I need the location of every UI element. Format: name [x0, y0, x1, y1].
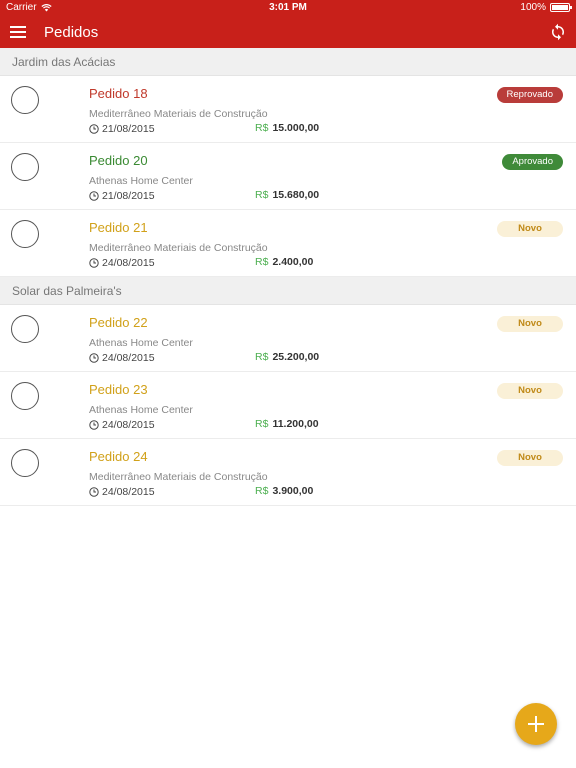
- select-circle-icon[interactable]: [11, 382, 39, 410]
- select-circle-icon[interactable]: [11, 153, 39, 181]
- currency-symbol: R$: [255, 189, 269, 201]
- status-badge: Novo: [497, 316, 563, 332]
- clock-icon: [89, 353, 99, 363]
- price-amount: 15.680,00: [272, 189, 320, 201]
- clock-icon: [89, 191, 99, 201]
- order-price: R$ 15.680,00: [255, 189, 319, 201]
- order-date: 24/08/2015: [89, 486, 155, 498]
- section-header: Solar das Palmeira's: [0, 277, 576, 305]
- price-amount: 2.400,00: [272, 256, 314, 268]
- order-date: 21/08/2015: [89, 190, 155, 202]
- currency-symbol: R$: [255, 485, 269, 497]
- price-amount: 15.000,00: [272, 122, 320, 134]
- hamburger-icon[interactable]: [10, 26, 26, 38]
- currency-symbol: R$: [255, 256, 269, 268]
- order-title: Pedido 24: [89, 449, 148, 464]
- order-title: Pedido 22: [89, 315, 148, 330]
- order-row-20[interactable]: Pedido 20 Aprovado Athenas Home Center 2…: [0, 143, 576, 210]
- status-bar: Carrier 3:01 PM 100%: [0, 0, 576, 16]
- date-text: 24/08/2015: [102, 486, 155, 498]
- order-row-24[interactable]: Pedido 24 Novo Mediterrâneo Materiais de…: [0, 439, 576, 506]
- order-row-23[interactable]: Pedido 23 Novo Athenas Home Center 24/08…: [0, 372, 576, 439]
- status-time: 3:01 PM: [269, 2, 307, 13]
- date-text: 24/08/2015: [102, 419, 155, 431]
- order-price: R$ 3.900,00: [255, 485, 313, 497]
- page-title: Pedidos: [44, 23, 99, 41]
- date-text: 21/08/2015: [102, 190, 155, 202]
- order-title: Pedido 18: [89, 86, 148, 101]
- select-circle-icon[interactable]: [11, 449, 39, 477]
- select-circle-icon[interactable]: [11, 315, 39, 343]
- supplier-name: Athenas Home Center: [89, 175, 193, 187]
- order-row-22[interactable]: Pedido 22 Novo Athenas Home Center 24/08…: [0, 305, 576, 372]
- order-title: Pedido 23: [89, 382, 148, 397]
- supplier-name: Mediterrâneo Materiais de Construção: [89, 108, 268, 120]
- order-price: R$ 15.000,00: [255, 122, 319, 134]
- order-price: R$ 11.200,00: [255, 418, 319, 430]
- order-title: Pedido 20: [89, 153, 148, 168]
- supplier-name: Athenas Home Center: [89, 404, 193, 416]
- add-order-button[interactable]: [515, 703, 557, 745]
- order-date: 24/08/2015: [89, 419, 155, 431]
- order-date: 24/08/2015: [89, 257, 155, 269]
- battery-icon: [550, 3, 572, 12]
- order-row-18[interactable]: Pedido 18 Reprovado Mediterrâneo Materia…: [0, 76, 576, 143]
- orders-list: Jardim das Acácias Pedido 18 Reprovado M…: [0, 48, 576, 506]
- status-badge: Novo: [497, 221, 563, 237]
- order-price: R$ 2.400,00: [255, 256, 313, 268]
- clock-icon: [89, 258, 99, 268]
- order-price: R$ 25.200,00: [255, 351, 319, 363]
- supplier-name: Mediterrâneo Materiais de Construção: [89, 242, 268, 254]
- status-badge: Aprovado: [502, 154, 563, 170]
- supplier-name: Athenas Home Center: [89, 337, 193, 349]
- plus-icon: [528, 716, 544, 732]
- price-amount: 11.200,00: [272, 418, 319, 430]
- clock-icon: [89, 420, 99, 430]
- order-date: 24/08/2015: [89, 352, 155, 364]
- order-row-21[interactable]: Pedido 21 Novo Mediterrâneo Materiais de…: [0, 210, 576, 277]
- currency-symbol: R$: [255, 418, 269, 430]
- battery-percent: 100%: [520, 2, 546, 13]
- select-circle-icon[interactable]: [11, 86, 39, 114]
- status-badge: Novo: [497, 383, 563, 399]
- status-badge: Novo: [497, 450, 563, 466]
- app-bar: Pedidos: [0, 16, 576, 48]
- section-header: Jardim das Acácias: [0, 48, 576, 76]
- date-text: 21/08/2015: [102, 123, 155, 135]
- price-amount: 3.900,00: [272, 485, 314, 497]
- date-text: 24/08/2015: [102, 352, 155, 364]
- clock-icon: [89, 124, 99, 134]
- currency-symbol: R$: [255, 351, 269, 363]
- order-date: 21/08/2015: [89, 123, 155, 135]
- price-amount: 25.200,00: [272, 351, 320, 363]
- clock-icon: [89, 487, 99, 497]
- sync-icon[interactable]: [549, 23, 567, 41]
- status-badge: Reprovado: [496, 87, 563, 103]
- date-text: 24/08/2015: [102, 257, 155, 269]
- select-circle-icon[interactable]: [11, 220, 39, 248]
- currency-symbol: R$: [255, 122, 269, 134]
- supplier-name: Mediterrâneo Materiais de Construção: [89, 471, 268, 483]
- order-title: Pedido 21: [89, 220, 148, 235]
- battery-indicator: 100%: [520, 2, 572, 13]
